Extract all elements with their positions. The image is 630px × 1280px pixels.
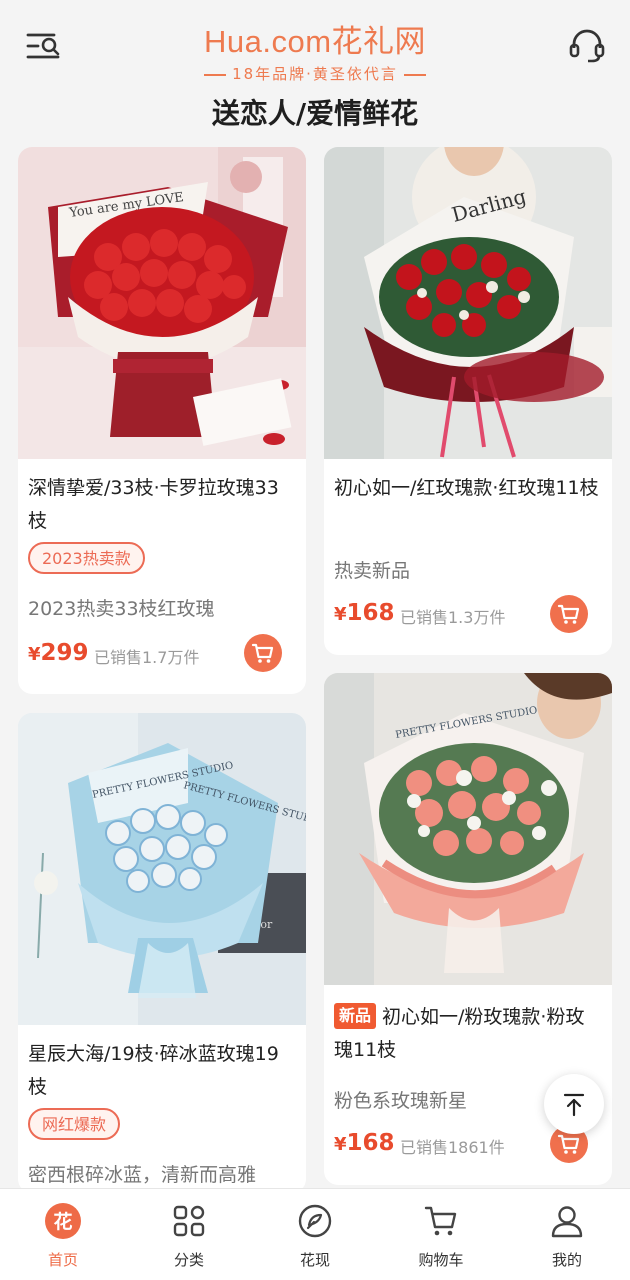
cart-icon [557, 604, 580, 624]
price-value: 299 [40, 640, 89, 666]
product-card[interactable]: Dior PRETTY FLOWERS STUDIO PRETTY FLOWER… [18, 713, 306, 1193]
logo-slogan-text: 18年品牌·黄圣依代言 [232, 65, 398, 83]
sales-count: 已销售1.3万件 [400, 608, 506, 627]
product-image[interactable]: Dior PRETTY FLOWERS STUDIO PRETTY FLOWER… [18, 713, 306, 1025]
tab-category[interactable]: 分类 [126, 1189, 252, 1280]
product-subtitle: 2023热卖33枝红玫瑰 [28, 598, 215, 620]
product-price: ¥168 [334, 600, 395, 626]
product-subtitle: 密西根碎冰蓝，清新而高雅 [28, 1164, 257, 1186]
logo-text: Hua.com花礼网 [203, 24, 427, 59]
currency-symbol: ¥ [334, 1134, 347, 1155]
product-card[interactable]: You are my LOVE 深情挚爱/33枝·卡罗拉玫瑰33枝 2023热卖… [18, 147, 306, 694]
sales-count: 已销售1.7万件 [94, 648, 200, 667]
tab-label: 花现 [299, 1251, 330, 1269]
tab-home[interactable]: 花 首页 [0, 1189, 126, 1280]
logo-slogan: 18年品牌·黄圣依代言 [0, 63, 630, 84]
product-title[interactable]: 深情挚爱/33枝·卡罗拉玫瑰33枝 [28, 472, 294, 538]
product-price: ¥299 [28, 640, 89, 666]
hot-badge: 网红爆款 [28, 1108, 121, 1140]
add-to-cart-button[interactable] [550, 595, 588, 633]
tab-label: 分类 [173, 1251, 204, 1269]
product-title[interactable]: 新品 初心如一/粉玫瑰款·粉玫瑰11枝 [334, 1001, 600, 1067]
home-flower-icon: 花 [45, 1203, 81, 1239]
currency-symbol: ¥ [334, 604, 347, 625]
product-subtitle: 粉色系玫瑰新星 [334, 1090, 468, 1112]
tab-label: 购物车 [418, 1251, 464, 1269]
product-card[interactable]: Darling 初心如一/红玫瑰款·红玫瑰11枝 热卖新品 ¥168 已销售1.… [324, 147, 612, 655]
price-value: 168 [346, 1130, 395, 1156]
currency-symbol: ¥ [28, 644, 41, 665]
bottom-tab-bar: 花 首页 分类 花现 购物车 我的 [0, 1188, 630, 1280]
customer-service-icon[interactable] [566, 24, 608, 66]
tab-label: 我的 [551, 1251, 582, 1269]
new-tag: 新品 [334, 1003, 377, 1029]
app-header: Hua.com花礼网 18年品牌·黄圣依代言 送恋人/爱情鲜花 [0, 0, 630, 150]
cart-icon [251, 643, 274, 663]
tab-profile[interactable]: 我的 [504, 1189, 630, 1280]
add-to-cart-button[interactable] [244, 634, 282, 672]
tab-discover[interactable]: 花现 [252, 1189, 378, 1280]
discover-chat-icon [298, 1204, 332, 1238]
product-image[interactable]: Darling [324, 147, 612, 459]
tab-cart[interactable]: 购物车 [378, 1189, 504, 1280]
hot-badge: 2023热卖款 [28, 542, 145, 574]
svg-text:花: 花 [53, 1210, 72, 1233]
product-price: ¥168 [334, 1130, 395, 1156]
product-title[interactable]: 星辰大海/19枝·碎冰蓝玫瑰19枝 [28, 1038, 294, 1104]
brand-logo: Hua.com花礼网 18年品牌·黄圣依代言 [0, 16, 630, 84]
profile-icon [551, 1206, 583, 1238]
category-grid-icon [173, 1205, 205, 1237]
sales-count: 已销售1861件 [400, 1138, 505, 1157]
back-to-top-button[interactable] [544, 1074, 604, 1134]
arrow-up-icon [563, 1093, 585, 1117]
product-image[interactable]: You are my LOVE [18, 147, 306, 459]
page-title: 送恋人/爱情鲜花 [211, 97, 419, 130]
cart-icon [424, 1206, 457, 1236]
product-image[interactable]: PRETTY FLOWERS STUDIO [324, 673, 612, 985]
price-value: 168 [346, 600, 395, 626]
tab-label: 首页 [47, 1251, 78, 1269]
product-title[interactable]: 初心如一/红玫瑰款·红玫瑰11枝 [334, 472, 600, 505]
product-subtitle: 热卖新品 [334, 560, 411, 582]
